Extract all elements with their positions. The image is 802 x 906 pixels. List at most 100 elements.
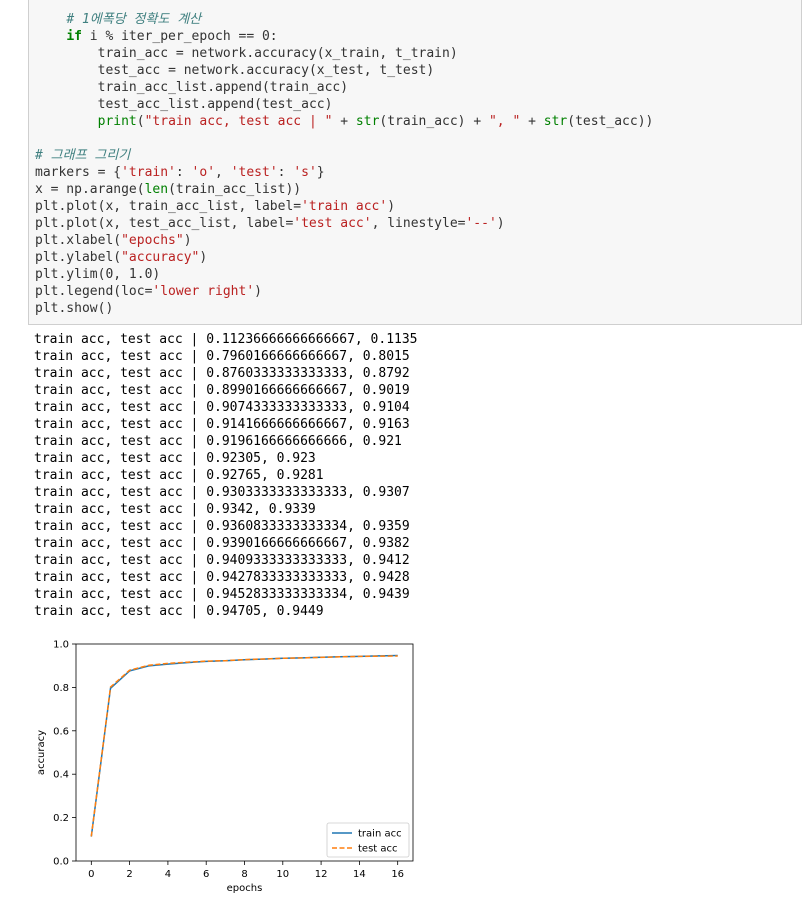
x-tick-label: 10 — [276, 869, 289, 880]
code-token: (train_acc_list)) — [168, 182, 302, 197]
code-token: , linestyle= — [371, 216, 466, 231]
output-line: train acc, test acc | 0.9360833333333334… — [34, 518, 418, 535]
legend-label: test acc — [358, 844, 398, 855]
x-tick-label: 16 — [391, 869, 404, 880]
code-token: 's' — [293, 165, 317, 180]
code-token: "epochs" — [121, 233, 184, 248]
x-tick-label: 4 — [165, 869, 171, 880]
y-tick-label: 1.0 — [53, 640, 69, 651]
code-token: print — [97, 114, 137, 129]
legend-label: train acc — [358, 829, 402, 840]
output-values: 0.9452833333333334, 0.9439 — [206, 587, 410, 602]
code-line: markers = {'train': 'o', 'test': 's'} — [35, 164, 653, 181]
code-token: train_acc_list.append(train_acc) — [97, 80, 349, 95]
x-tick-label: 6 — [203, 869, 209, 880]
code-line: test_acc = network.accuracy(x_test, t_te… — [35, 62, 653, 79]
code-token: x = np.arange( — [35, 182, 145, 197]
code-token: str — [543, 114, 568, 129]
code-token: } — [316, 165, 325, 180]
output-values: 0.11236666666666667, 0.1135 — [206, 332, 418, 347]
code-line: train_acc_list.append(train_acc) — [35, 79, 653, 96]
output-values: 0.9390166666666667, 0.9382 — [206, 536, 410, 551]
output-prefix: train acc, test acc | — [34, 502, 207, 517]
output-values: 0.9342, 0.9339 — [206, 502, 316, 517]
cell-output: train acc, test acc | 0.1123666666666666… — [34, 331, 418, 620]
output-line: train acc, test acc | 0.9196166666666666… — [34, 433, 418, 450]
y-tick-label: 0.0 — [53, 857, 69, 868]
output-line: train acc, test acc | 0.7960166666666667… — [34, 348, 418, 365]
code-token: plt.ylabel( — [35, 250, 122, 265]
code-line: if i % iter_per_epoch == 0: — [35, 28, 653, 45]
code-token: 'o' — [191, 165, 216, 180]
code-line: plt.xlabel("epochs") — [35, 232, 653, 249]
code-cell[interactable]: # 1에폭당 정확도 계산 if i % iter_per_epoch == 0… — [28, 0, 802, 325]
code-token: if — [66, 29, 82, 44]
output-values: 0.8990166666666667, 0.9019 — [206, 383, 410, 398]
output-line: train acc, test acc | 0.9452833333333334… — [34, 586, 418, 603]
code-line: print("train acc, test acc | " + str(tra… — [35, 113, 654, 130]
x-tick-label: 12 — [315, 869, 328, 880]
output-prefix: train acc, test acc | — [34, 468, 207, 483]
output-prefix: train acc, test acc | — [34, 570, 207, 585]
y-axis-label: accuracy — [36, 730, 47, 775]
output-prefix: train acc, test acc | — [34, 366, 207, 381]
output-line: train acc, test acc | 0.94705, 0.9449 — [34, 603, 418, 620]
output-values: 0.8760333333333333, 0.8792 — [206, 366, 410, 381]
code-token: ) — [254, 284, 262, 299]
output-values: 0.92305, 0.923 — [206, 451, 316, 466]
output-prefix: train acc, test acc | — [34, 383, 207, 398]
code-line: plt.ylabel("accuracy") — [35, 249, 653, 266]
output-prefix: train acc, test acc | — [34, 434, 207, 449]
x-tick-label: 14 — [353, 869, 366, 880]
accuracy-line-chart: 0 2 4 6 8 10 12 14 16 0.0 0.2 0.4 0.6 0.8 1.0 epochs acc… — [36, 640, 414, 894]
output-values: 0.9196166666666666, 0.921 — [206, 434, 402, 449]
output-values: 0.92765, 0.9281 — [206, 468, 324, 483]
output-values: 0.9427833333333333, 0.9428 — [206, 570, 410, 585]
output-prefix: train acc, test acc | — [34, 536, 207, 551]
x-tick-label: 8 — [241, 869, 247, 880]
code-line: plt.legend(loc='lower right') — [35, 283, 653, 300]
code-token: 'lower right' — [152, 284, 255, 299]
code-token: "accuracy" — [121, 250, 200, 265]
code-token: train_acc = network.accuracy(x_train, t_… — [97, 46, 458, 61]
y-tick-label: 0.8 — [53, 683, 69, 694]
output-prefix: train acc, test acc | — [34, 400, 207, 415]
code-token: : — [277, 165, 294, 180]
output-line: train acc, test acc | 0.9409333333333333… — [34, 552, 418, 569]
code-line: test_acc_list.append(test_acc) — [35, 96, 653, 113]
output-line: train acc, test acc | 0.9303333333333333… — [34, 484, 418, 501]
output-line: train acc, test acc | 0.9342, 0.9339 — [34, 501, 418, 518]
code-token: 'test acc' — [293, 216, 372, 231]
output-prefix: train acc, test acc | — [34, 332, 207, 347]
code-token: 'train acc' — [301, 199, 388, 214]
code-token: plt.plot(x, train_acc_list, label= — [35, 199, 302, 214]
output-prefix: train acc, test acc | — [34, 519, 207, 534]
code-token: plt.xlabel( — [35, 233, 122, 248]
output-prefix: train acc, test acc | — [34, 451, 207, 466]
code-token: len — [144, 182, 169, 197]
code-line: plt.show() — [35, 300, 653, 317]
code-line: plt.plot(x, test_acc_list, label='test a… — [35, 215, 653, 232]
output-line: train acc, test acc | 0.1123666666666666… — [34, 331, 418, 348]
output-values: 0.9074333333333333, 0.9104 — [206, 400, 410, 415]
output-values: 0.9141666666666667, 0.9163 — [206, 417, 410, 432]
output-line: train acc, test acc | 0.9074333333333333… — [34, 399, 418, 416]
code-token: # 1에폭당 정확도 계산 — [66, 12, 202, 27]
code-token: plt.plot(x, test_acc_list, label= — [35, 216, 294, 231]
code-token: ) — [387, 199, 396, 214]
code-token: ( — [136, 114, 145, 129]
code-token: test_acc = network.accuracy(x_test, t_te… — [97, 63, 435, 78]
code-token: (test_acc)) — [567, 114, 654, 129]
output-values: 0.9409333333333333, 0.9412 — [206, 553, 410, 568]
code-token: plt.legend(loc= — [35, 284, 153, 299]
code-editor[interactable]: # 1에폭당 정확도 계산 if i % iter_per_epoch == 0… — [35, 11, 653, 317]
x-tick-label: 2 — [126, 869, 132, 880]
code-token: i % iter_per_epoch == 0: — [81, 29, 278, 44]
output-line: train acc, test acc | 0.9141666666666667… — [34, 416, 418, 433]
code-token: plt.show() — [35, 301, 114, 316]
y-tick-label: 0.2 — [53, 813, 69, 824]
code-token: 'test' — [230, 165, 278, 180]
output-line: train acc, test acc | 0.9390166666666667… — [34, 535, 418, 552]
output-prefix: train acc, test acc | — [34, 417, 207, 432]
